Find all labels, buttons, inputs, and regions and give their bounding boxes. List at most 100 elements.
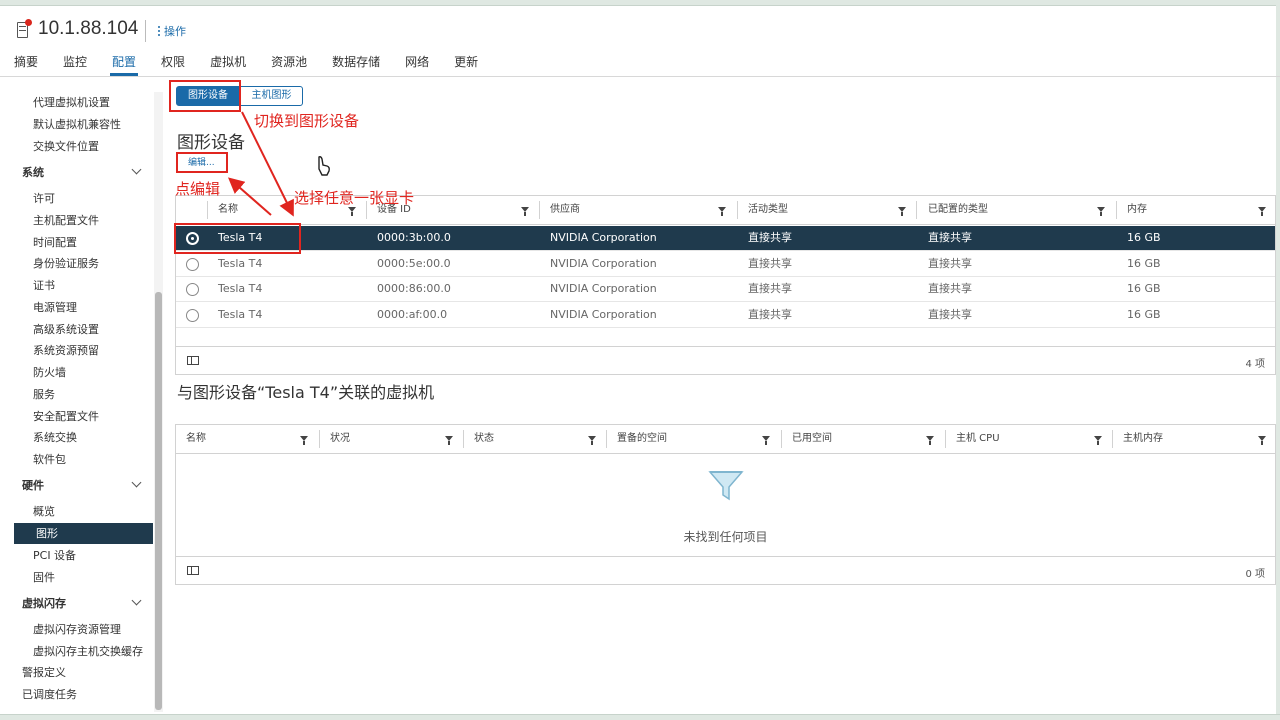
sidebar-section-system[interactable]: 系统 xyxy=(22,164,44,180)
sidebar-item-host-profile[interactable]: 主机配置文件 xyxy=(33,212,99,228)
host-graphics-toggle[interactable]: 主机图形 xyxy=(240,86,303,106)
column-header-configured-type[interactable]: 已配置的类型 xyxy=(928,196,988,225)
column-header-host-memory[interactable]: 主机内存 xyxy=(1123,425,1163,454)
tab-networks[interactable]: 网络 xyxy=(405,52,429,76)
filter-icon[interactable] xyxy=(898,207,906,216)
filter-icon[interactable] xyxy=(1094,436,1102,445)
sidebar-item-resource-reservation[interactable]: 系统资源预留 xyxy=(33,342,99,358)
associated-vms-title: 与图形设备“Tesla T4”关联的虚拟机 xyxy=(177,383,435,402)
chevron-down-icon[interactable] xyxy=(131,477,142,488)
filter-icon[interactable] xyxy=(300,436,308,445)
filter-icon[interactable] xyxy=(521,207,529,216)
actions-menu-button[interactable]: 操作 xyxy=(158,23,186,39)
filter-icon[interactable] xyxy=(1258,436,1266,445)
table-row-selected[interactable]: Tesla T4 0000:3b:00.0 NVIDIA Corporation… xyxy=(176,226,1275,251)
cell-device-id: 0000:af:00.0 xyxy=(377,308,448,321)
cell-memory: 16 GB xyxy=(1127,257,1161,270)
column-header-state[interactable]: 状况 xyxy=(330,425,350,454)
row-radio[interactable] xyxy=(186,283,199,296)
column-header-memory[interactable]: 内存 xyxy=(1127,196,1147,225)
graphics-devices-grid: 名称 设备 ID 供应商 活动类型 已配置的类型 内存 Tesla T4 000… xyxy=(175,195,1276,375)
column-header-name[interactable]: 名称 xyxy=(218,196,238,225)
column-header-status[interactable]: 状态 xyxy=(474,425,494,454)
sidebar-item-default-vm-compat[interactable]: 默认虚拟机兼容性 xyxy=(33,116,121,132)
chevron-down-icon[interactable] xyxy=(131,164,142,175)
row-radio[interactable] xyxy=(186,258,199,271)
filter-icon[interactable] xyxy=(718,207,726,216)
sidebar-item-firewall[interactable]: 防火墙 xyxy=(33,364,66,380)
column-divider xyxy=(781,430,782,448)
sidebar-item-auth-services[interactable]: 身份验证服务 xyxy=(33,255,99,271)
sidebar-item-swap-file-location[interactable]: 交换文件位置 xyxy=(33,138,99,154)
tab-resource-pools[interactable]: 资源池 xyxy=(271,52,307,76)
sidebar-item-security-profile[interactable]: 安全配置文件 xyxy=(33,408,99,424)
tab-updates[interactable]: 更新 xyxy=(454,52,478,76)
tab-vms[interactable]: 虚拟机 xyxy=(210,52,246,76)
sidebar-item-system-swap[interactable]: 系统交换 xyxy=(33,429,77,445)
tab-monitor[interactable]: 监控 xyxy=(63,52,87,76)
cell-vendor: NVIDIA Corporation xyxy=(550,257,657,270)
sidebar-item-pci-devices[interactable]: PCI 设备 xyxy=(33,547,76,563)
column-divider xyxy=(1112,430,1113,448)
sidebar-item-scheduled-tasks[interactable]: 已调度任务 xyxy=(22,686,77,702)
row-radio[interactable] xyxy=(186,309,199,322)
filter-icon[interactable] xyxy=(445,436,453,445)
sidebar-item-graphics[interactable]: 图形 xyxy=(36,525,58,541)
sidebar-item-power-mgmt[interactable]: 电源管理 xyxy=(33,299,77,315)
cell-active-type: 直接共享 xyxy=(748,282,792,295)
tab-summary[interactable]: 摘要 xyxy=(14,52,38,76)
cell-configured-type: 直接共享 xyxy=(928,231,972,244)
column-divider xyxy=(916,201,917,219)
tab-bar: 摘要 监控 配置 权限 虚拟机 资源池 数据存储 网络 更新 xyxy=(14,52,503,76)
sidebar-item-flash-resource[interactable]: 虚拟闪存资源管理 xyxy=(33,621,121,637)
sidebar-item-alarm-definitions[interactable]: 警报定义 xyxy=(22,664,66,680)
filter-icon[interactable] xyxy=(1258,207,1266,216)
host-warning-icon xyxy=(17,19,32,38)
cell-name: Tesla T4 xyxy=(218,308,263,321)
item-count: 0 项 xyxy=(1245,569,1265,580)
column-divider xyxy=(539,201,540,219)
filter-icon[interactable] xyxy=(1097,207,1105,216)
sidebar-item-licensing[interactable]: 许可 xyxy=(33,190,55,206)
filter-icon[interactable] xyxy=(926,436,934,445)
column-toggle-icon[interactable] xyxy=(187,566,199,575)
sidebar-item-packages[interactable]: 软件包 xyxy=(33,451,66,467)
window-right-border xyxy=(1276,0,1280,720)
item-count: 4 项 xyxy=(1245,359,1265,370)
filter-icon[interactable] xyxy=(588,436,596,445)
sidebar-scrollbar-thumb[interactable] xyxy=(155,292,162,710)
sidebar-section-hardware[interactable]: 硬件 xyxy=(22,477,44,493)
column-header-provisioned-space[interactable]: 置备的空间 xyxy=(617,425,667,454)
table-row[interactable]: Tesla T4 0000:5e:00.0 NVIDIA Corporation… xyxy=(176,252,1275,277)
column-header-used-space[interactable]: 已用空间 xyxy=(792,425,832,454)
table-row[interactable]: Tesla T4 0000:86:00.0 NVIDIA Corporation… xyxy=(176,277,1275,302)
tab-configure[interactable]: 配置 xyxy=(110,52,139,76)
column-toggle-icon[interactable] xyxy=(187,356,199,365)
cell-vendor: NVIDIA Corporation xyxy=(550,308,657,321)
sidebar-section-virtual-flash[interactable]: 虚拟闪存 xyxy=(22,595,66,611)
annotation-box-graphics-toggle xyxy=(169,80,241,112)
cell-vendor: NVIDIA Corporation xyxy=(550,282,657,295)
sidebar-item-services[interactable]: 服务 xyxy=(33,386,55,402)
chevron-down-icon[interactable] xyxy=(131,595,142,606)
sidebar-item-overview[interactable]: 概览 xyxy=(33,503,55,519)
cell-memory: 16 GB xyxy=(1127,231,1161,244)
config-sidebar: 代理虚拟机设置 默认虚拟机兼容性 交换文件位置 系统 许可 主机配置文件 时间配… xyxy=(0,84,165,714)
filter-icon[interactable] xyxy=(762,436,770,445)
sidebar-item-advanced-settings[interactable]: 高级系统设置 xyxy=(33,321,99,337)
sidebar-item-firmware[interactable]: 固件 xyxy=(33,569,55,585)
sidebar-item-flash-host-swap[interactable]: 虚拟闪存主机交换缓存 xyxy=(33,643,143,659)
column-divider xyxy=(606,430,607,448)
sidebar-item-time-config[interactable]: 时间配置 xyxy=(33,234,77,250)
annotation-box-selected-card xyxy=(174,223,301,254)
column-divider xyxy=(463,430,464,448)
column-header-host-cpu[interactable]: 主机 CPU xyxy=(956,425,1000,454)
table-row[interactable]: Tesla T4 0000:af:00.0 NVIDIA Corporation… xyxy=(176,303,1275,328)
tab-permissions[interactable]: 权限 xyxy=(161,52,185,76)
column-header-name[interactable]: 名称 xyxy=(186,425,206,454)
column-header-vendor[interactable]: 供应商 xyxy=(550,196,580,225)
sidebar-item-certificate[interactable]: 证书 xyxy=(33,277,55,293)
tab-datastores[interactable]: 数据存储 xyxy=(332,52,380,76)
sidebar-item-agent-vm-settings[interactable]: 代理虚拟机设置 xyxy=(33,94,110,110)
column-header-active-type[interactable]: 活动类型 xyxy=(748,196,788,225)
